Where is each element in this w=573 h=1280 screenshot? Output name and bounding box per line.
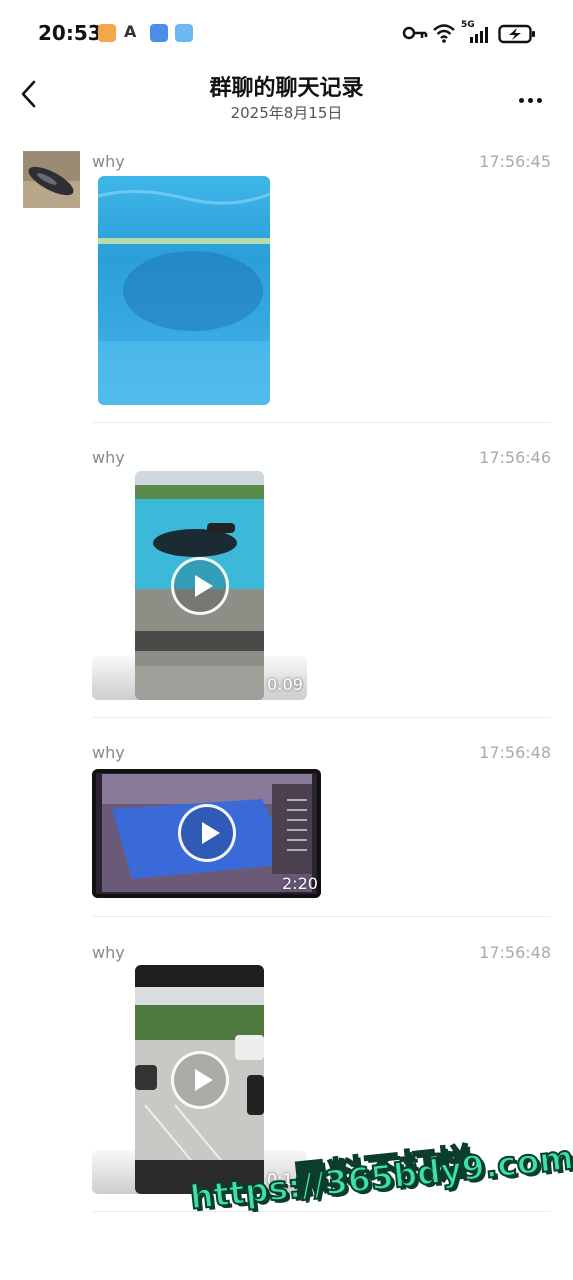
key-icon <box>402 26 428 40</box>
avatar-image <box>23 151 80 208</box>
wifi-icon <box>433 24 455 43</box>
sender-name: why <box>92 152 125 171</box>
signal-icon <box>470 27 488 43</box>
status-time: 20:53 <box>38 21 102 45</box>
font-a-icon: A <box>124 22 137 41</box>
video-duration: 0:09 <box>267 675 303 694</box>
page-title: 群聊的聊天记录 <box>209 76 364 101</box>
message-time: 17:56:48 <box>479 743 551 762</box>
message-item: why 17:56:45 <box>92 152 551 176</box>
play-icon[interactable] <box>178 804 236 862</box>
more-dot-icon <box>537 98 542 103</box>
sender-name: why <box>92 743 125 762</box>
message-divider <box>92 916 551 917</box>
pool-underwater-image <box>98 176 270 405</box>
status-bar: 20:53 A 5G <box>0 0 573 66</box>
weather-app-icon <box>175 24 193 42</box>
video-message[interactable] <box>135 471 264 700</box>
message-item: why 17:56:48 <box>92 943 551 967</box>
message-time: 17:56:48 <box>479 943 551 962</box>
sender-name: why <box>92 943 125 962</box>
message-item: why 17:56:48 <box>92 743 551 767</box>
message-divider <box>92 422 551 423</box>
play-icon[interactable] <box>171 1051 229 1109</box>
message-divider <box>92 1211 551 1212</box>
app-notification-icon <box>98 24 116 42</box>
play-icon[interactable] <box>171 557 229 615</box>
sender-avatar[interactable] <box>23 151 80 208</box>
video-duration: 2:20 <box>282 874 318 893</box>
chat-history-header: 群聊的聊天记录 2025年8月15日 <box>0 66 573 130</box>
page-date: 2025年8月15日 <box>230 104 343 122</box>
message-item: why 17:56:46 <box>92 448 551 472</box>
message-time: 17:56:46 <box>479 448 551 467</box>
more-options-button[interactable] <box>519 88 549 103</box>
message-time: 17:56:45 <box>479 152 551 171</box>
more-dot-icon <box>528 98 533 103</box>
sender-name: why <box>92 448 125 467</box>
message-divider <box>92 717 551 718</box>
message-app-icon <box>150 24 168 42</box>
more-dot-icon <box>519 98 524 103</box>
video-message[interactable] <box>135 965 264 1194</box>
battery-charging-icon <box>498 24 535 44</box>
image-message[interactable] <box>98 176 270 405</box>
